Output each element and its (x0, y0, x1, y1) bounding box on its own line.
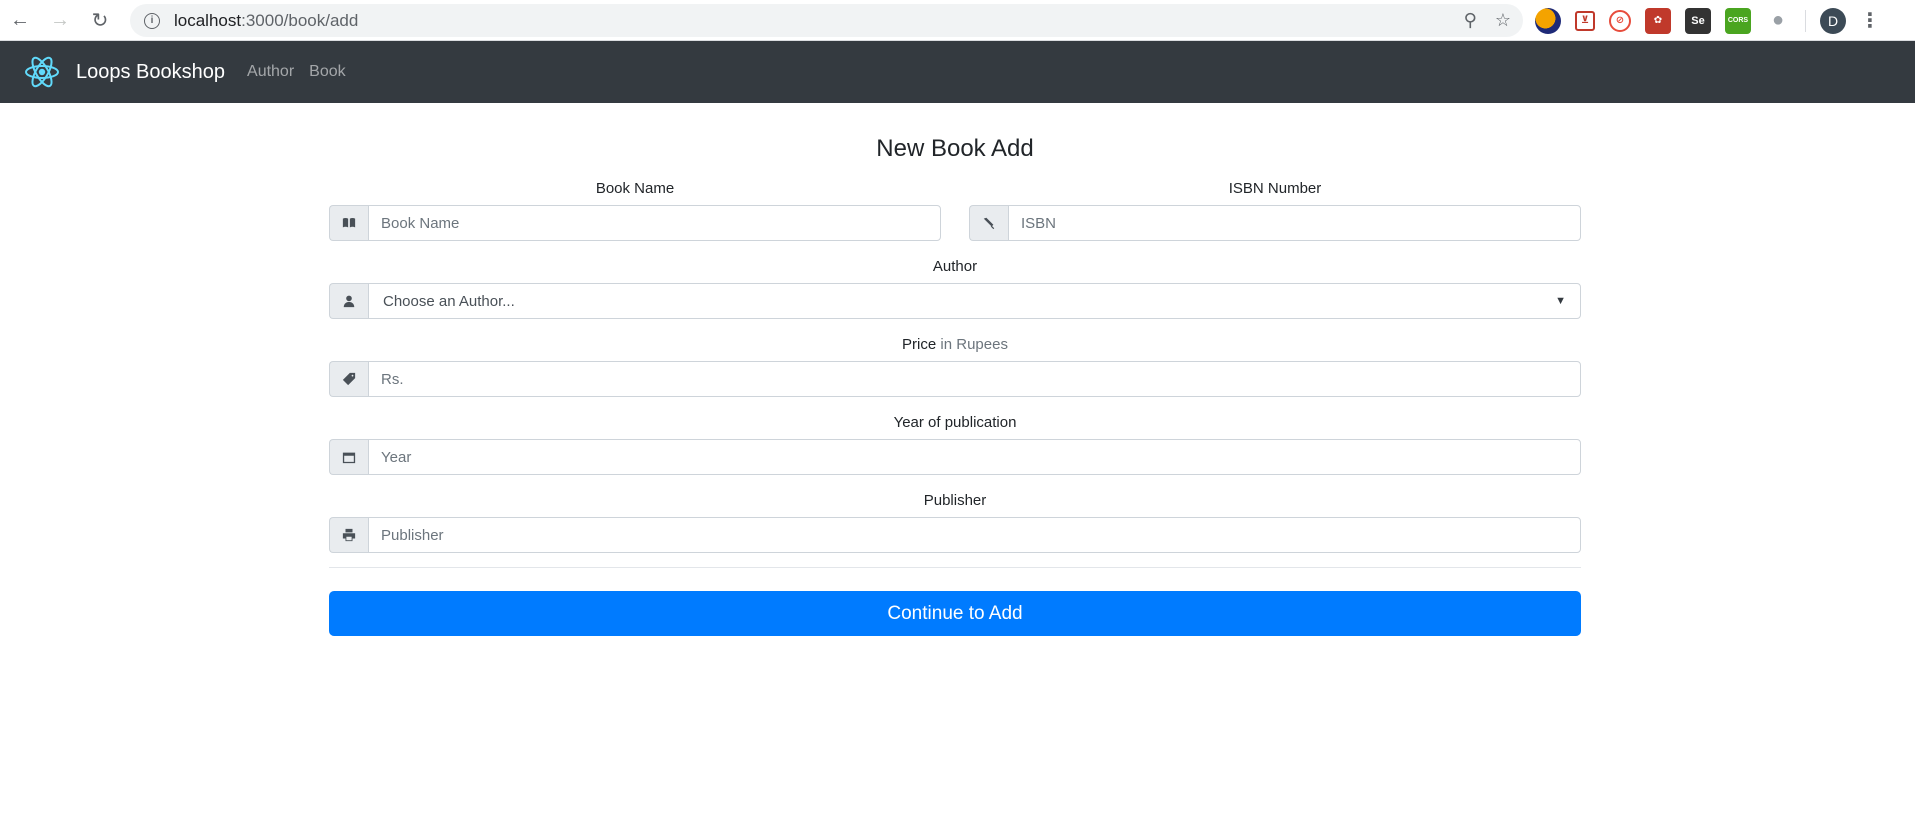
address-bar[interactable]: i localhost:3000/book/add ⚲ ☆ (130, 4, 1523, 37)
ext-camera-icon[interactable]: ● (1765, 8, 1791, 34)
publisher-label: Publisher (923, 492, 987, 509)
url-path: :3000/book/add (241, 10, 359, 30)
tag-icon (329, 361, 368, 397)
dropdown-caret-icon: ▼ (1555, 295, 1566, 307)
isbn-label: ISBN Number (1228, 180, 1322, 197)
name-isbn-row: Book Name ISBN Number (329, 179, 1581, 241)
price-label-suffix: in Rupees (940, 336, 1008, 353)
price-input[interactable] (368, 361, 1581, 397)
author-select-value: Choose an Author... (383, 292, 515, 310)
nav-link-book[interactable]: Book (309, 63, 345, 81)
book-icon (329, 205, 368, 241)
brand[interactable]: Loops Bookshop (22, 52, 225, 92)
toolbar-divider (1805, 9, 1806, 32)
price-label-text: Price (902, 336, 937, 353)
ext-pocket-icon[interactable]: ⊻ (1575, 10, 1595, 31)
brand-name: Loops Bookshop (76, 60, 226, 83)
publisher-input[interactable] (368, 517, 1581, 553)
ext-selenium-icon[interactable]: Se (1685, 7, 1711, 34)
zoom-icon[interactable]: ⚲ (1464, 10, 1477, 31)
profile-avatar[interactable]: D (1820, 7, 1846, 34)
price-label: Price in Rupees (329, 335, 1581, 355)
form-divider (329, 567, 1581, 568)
back-icon[interactable]: ← (0, 3, 40, 37)
ext-red-icon[interactable]: ✿ (1645, 7, 1671, 34)
site-info-icon[interactable]: i (144, 12, 160, 29)
book-name-label: Book Name (595, 180, 675, 197)
ext-block-icon[interactable]: ⊘ (1609, 9, 1631, 32)
author-label: Author (932, 258, 978, 275)
page-title: New Book Add (876, 135, 1034, 162)
author-select[interactable]: Choose an Author... ▼ (368, 283, 1581, 319)
printer-icon (329, 517, 368, 553)
nav-links: Author Book (247, 63, 346, 81)
isbn-input[interactable] (1008, 205, 1581, 241)
react-logo-icon (25, 56, 59, 88)
book-form: New Book Add Book Name ISBN Number Autho… (329, 103, 1581, 636)
bookmark-star-icon[interactable]: ☆ (1495, 10, 1511, 31)
extensions-bar: ⊻ ⊘ ✿ Se CORS ● D ⋮ (1535, 4, 1880, 37)
nav-link-author[interactable]: Author (247, 63, 294, 81)
app-navbar: Loops Bookshop Author Book (0, 41, 1915, 103)
ext-cors-icon[interactable]: CORS (1725, 7, 1751, 34)
ext-circle-icon[interactable] (1535, 7, 1561, 34)
continue-to-add-button[interactable]: Continue to Add (329, 591, 1581, 636)
forward-icon[interactable]: → (40, 3, 80, 37)
user-icon (329, 283, 368, 319)
year-label: Year of publication (893, 414, 1017, 431)
calendar-icon (329, 439, 368, 475)
pen-icon (969, 205, 1008, 241)
menu-kebab-icon[interactable]: ⋮ (1860, 8, 1880, 33)
year-input[interactable] (368, 439, 1581, 475)
browser-toolbar: ← → ↻ i localhost:3000/book/add ⚲ ☆ ⊻ ⊘ … (0, 0, 1915, 41)
reload-icon[interactable]: ↻ (80, 3, 120, 37)
url-host: localhost (174, 10, 242, 30)
book-name-input[interactable] (368, 205, 941, 241)
